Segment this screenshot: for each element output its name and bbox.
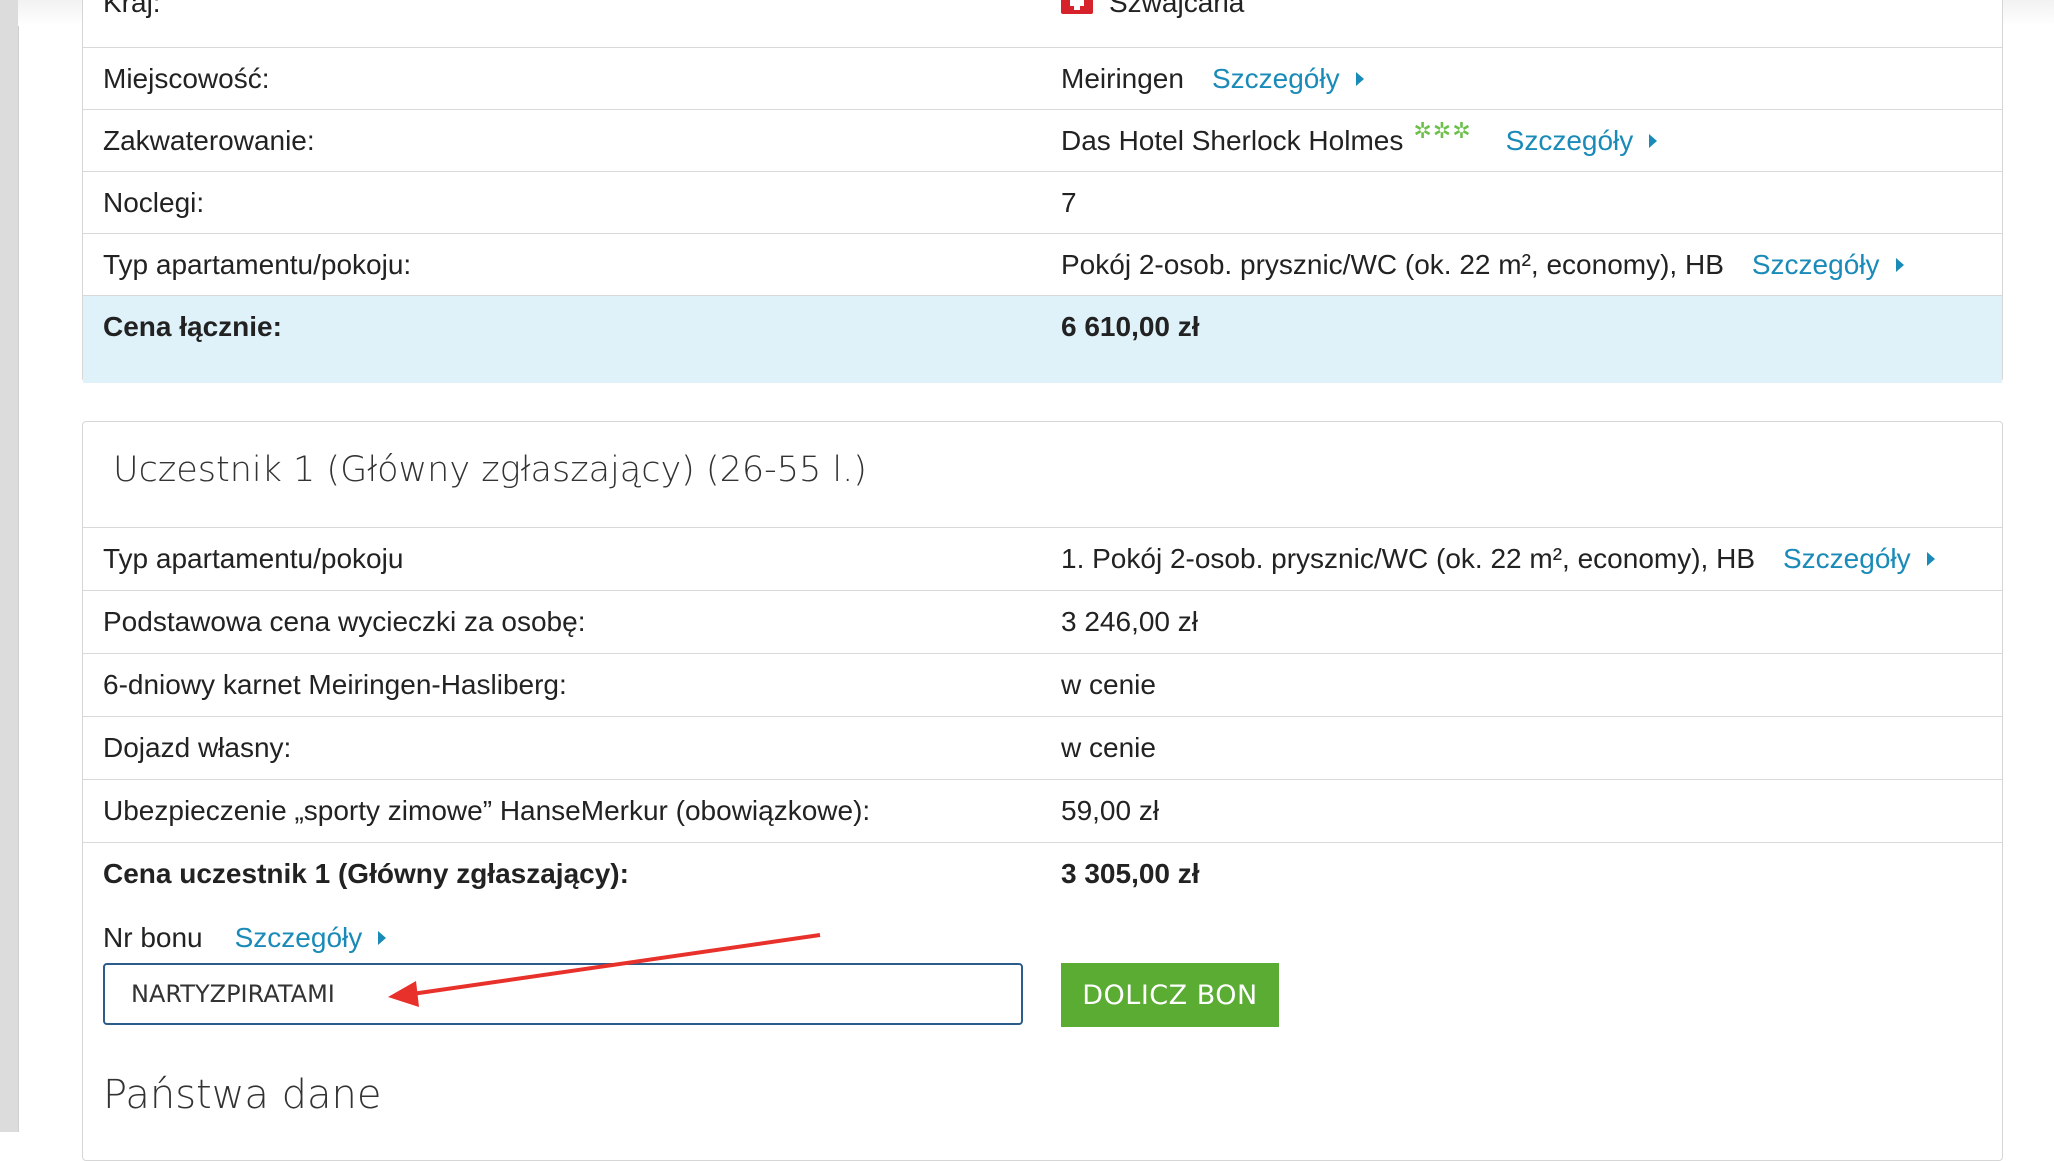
ski-pass-value: w cenie [1061,669,1156,700]
trip-summary-panel: Kraj: Szwajcaria Miejscowość: Meiringen … [82,0,2003,383]
link-label: Szczegóły [1751,249,1880,280]
row-total-price: Cena łącznie: 6 610,00 zł [83,295,2002,383]
row-value: 7 [1061,172,1077,234]
row-label: Dojazd własny: [103,732,292,763]
row-nights: Noclegi: 7 [83,171,2002,218]
link-label: Szczegóły [1211,63,1340,94]
voucher-label: Nr bonu [103,922,203,953]
row-label: Cena łącznie: [103,311,282,342]
voucher-label-row: Nr bonu Szczegóły [103,922,387,954]
row-room-type: Typ apartamentu/pokoju: Pokój 2-osob. pr… [83,233,2002,280]
accommodation-details-link[interactable]: Szczegóły [1506,110,1658,172]
row-own-transport: Dojazd własny: w cenie [83,716,2002,763]
apply-voucher-button[interactable]: DOLICZ BON [1061,963,1279,1027]
row-label: 6-dniowy karnet Meiringen-Hasliberg: [103,669,567,700]
row-participant-total: Cena uczestnik 1 (Główny zgłaszający): 3… [83,842,2002,889]
caret-right-icon [1649,134,1658,148]
participant-room-type-value: 1. Pokój 2-osob. prysznic/WC (ok. 22 m²,… [1061,543,1755,574]
row-ski-pass: 6-dniowy karnet Meiringen-Hasliberg: w c… [83,653,2002,700]
row-value: 1. Pokój 2-osob. prysznic/WC (ok. 22 m²,… [1061,528,1935,590]
row-participant-room-type: Typ apartamentu/pokoju 1. Pokój 2-osob. … [83,527,2002,574]
row-label: Miejscowość: [103,63,270,94]
row-value: 6 610,00 zł [1061,296,1200,358]
link-label: Szczegóły [234,922,363,953]
nights-value: 7 [1061,187,1077,218]
country-value: Szwajcaria [1109,0,1245,18]
link-label: Szczegóły [1783,543,1911,574]
accommodation-value: Das Hotel Sherlock Holmes [1061,125,1404,156]
link-label: Szczegóły [1505,125,1634,156]
row-label: Typ apartamentu/pokoju [103,543,404,574]
voucher-code-input[interactable] [103,963,1023,1025]
participant-panel: Uczestnik 1 (Główny zgłaszający) (26-55 … [82,421,2003,1161]
voucher-details-link[interactable]: Szczegóły [235,922,387,954]
row-value: 3 305,00 zł [1061,843,1200,905]
row-value: Pokój 2-osob. prysznic/WC (ok. 22 m², ec… [1061,234,1904,296]
row-label: Kraj: [103,0,161,18]
caret-right-icon [1895,258,1904,272]
town-details-link[interactable]: Szczegóły [1212,48,1364,110]
row-value: w cenie [1061,654,1156,716]
your-details-heading: Państwa dane [103,1072,382,1118]
hotel-stars-icon: ✲✲✲ [1413,118,1472,143]
caret-right-icon [1926,552,1935,566]
row-base-price: Podstawowa cena wycieczki za osobę: 3 24… [83,590,2002,637]
row-town: Miejscowość: Meiringen Szczegóły [83,47,2002,94]
row-label: Noclegi: [103,187,205,218]
town-value: Meiringen [1061,63,1184,94]
row-value: Das Hotel Sherlock Holmes ✲✲✲ Szczegóły [1061,110,1658,172]
row-value: Szwajcaria [1061,0,1244,34]
row-accommodation: Zakwaterowanie: Das Hotel Sherlock Holme… [83,109,2002,156]
row-label: Ubezpieczenie „sporty zimowe” HanseMerku… [103,795,871,826]
row-value: w cenie [1061,717,1156,779]
switzerland-flag-icon [1061,0,1093,14]
room-type-details-link[interactable]: Szczegóły [1752,234,1904,296]
insurance-value: 59,00 zł [1061,795,1160,826]
row-label: Typ apartamentu/pokoju: [103,249,412,280]
participant-total-value: 3 305,00 zł [1061,858,1200,889]
participant-heading: Uczestnik 1 (Główny zgłaszający) (26-55 … [113,450,867,490]
room-type-value: Pokój 2-osob. prysznic/WC (ok. 22 m², ec… [1061,249,1724,280]
row-label: Podstawowa cena wycieczki za osobę: [103,606,586,637]
row-value: Meiringen Szczegóły [1061,48,1364,110]
page-left-rail [0,0,19,1132]
participant-room-details-link[interactable]: Szczegóły [1783,528,1935,590]
caret-right-icon [378,931,387,945]
row-label: Cena uczestnik 1 (Główny zgłaszający): [103,858,629,889]
row-value: 3 246,00 zł [1061,591,1198,653]
row-label: Zakwaterowanie: [103,125,315,156]
total-price-value: 6 610,00 zł [1061,311,1200,342]
row-value: 59,00 zł [1061,780,1159,842]
base-price-value: 3 246,00 zł [1061,606,1198,637]
row-insurance: Ubezpieczenie „sporty zimowe” HanseMerku… [83,779,2002,826]
caret-right-icon [1355,72,1364,86]
own-transport-value: w cenie [1061,732,1156,763]
